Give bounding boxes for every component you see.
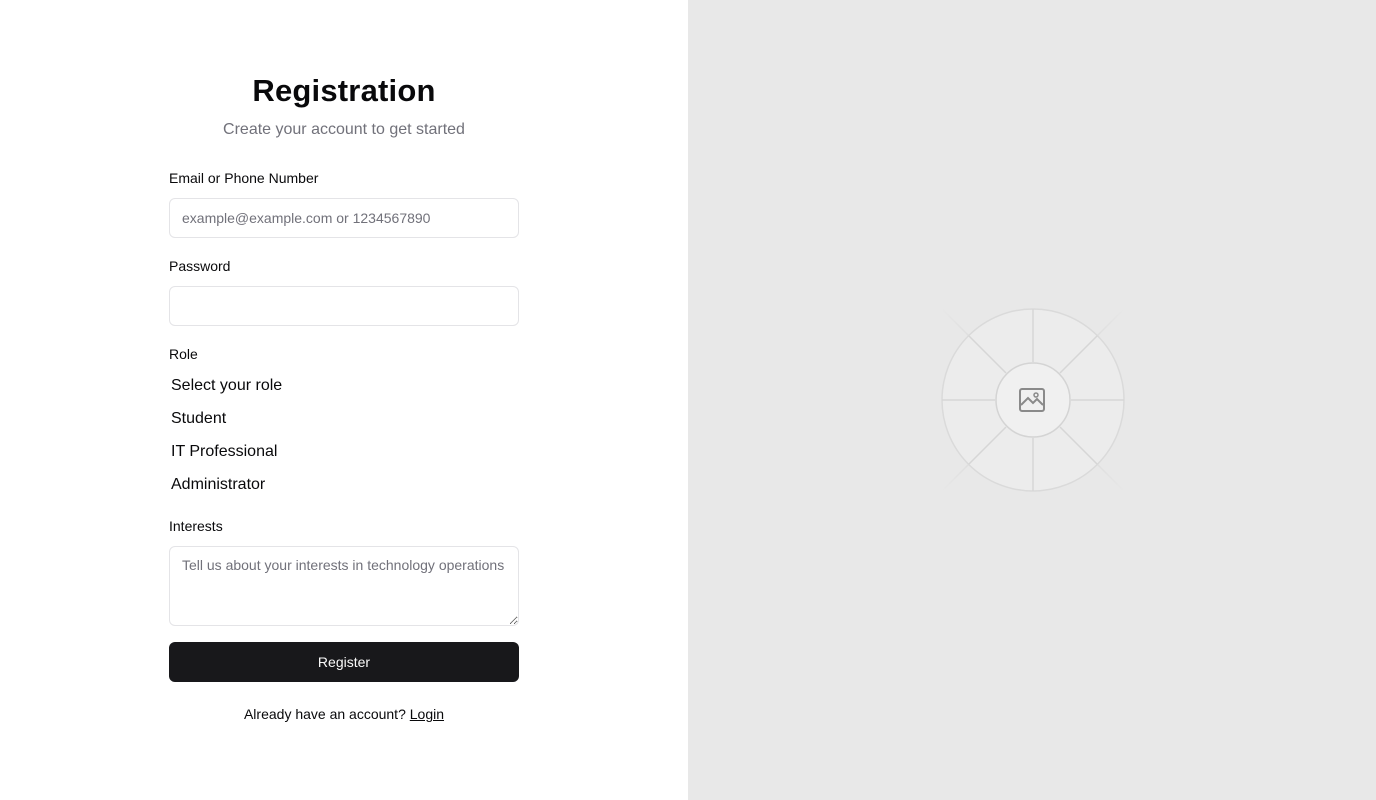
email-field[interactable] xyxy=(169,198,519,238)
page-title: Registration xyxy=(252,73,436,108)
form-panel: Registration Create your account to get … xyxy=(0,0,688,800)
email-label: Email or Phone Number xyxy=(169,170,319,186)
interests-label: Interests xyxy=(169,518,223,534)
interests-field[interactable] xyxy=(169,546,519,626)
role-label: Role xyxy=(169,346,198,362)
login-prompt-text: Already have an account? xyxy=(243,706,406,722)
registration-page: Registration Create your account to get … xyxy=(0,0,1376,800)
image-placeholder-icon xyxy=(1019,388,1045,412)
role-option-it-professional[interactable]: IT Professional xyxy=(171,443,277,461)
role-option-select[interactable]: Select your role xyxy=(171,377,282,395)
role-option-administrator[interactable]: Administrator xyxy=(171,476,265,494)
page-subtitle: Create your account to get started xyxy=(223,121,465,138)
role-option-student[interactable]: Student xyxy=(171,410,226,428)
password-label: Password xyxy=(169,258,231,274)
login-link[interactable]: Login xyxy=(410,706,444,722)
password-field[interactable] xyxy=(169,286,519,326)
image-panel xyxy=(688,0,1376,800)
register-button[interactable]: Register xyxy=(169,642,519,682)
login-prompt: Already have an account? Login xyxy=(169,706,519,722)
